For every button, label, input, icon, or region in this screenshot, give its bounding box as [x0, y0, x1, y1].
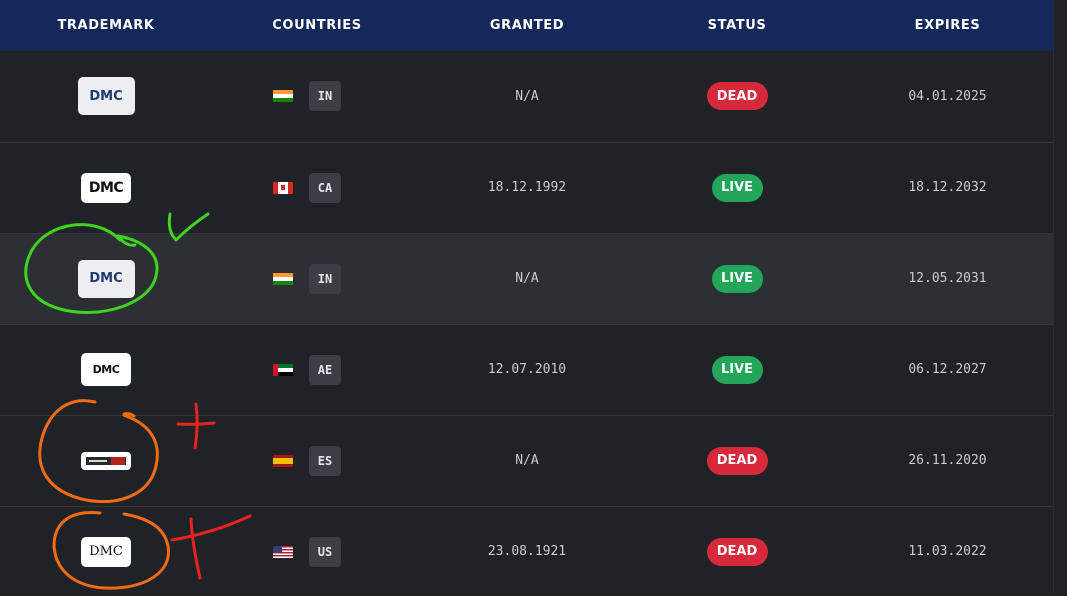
trademark-cell: DMC	[0, 233, 212, 324]
scrollbar-track[interactable]	[1053, 0, 1067, 596]
expires-date: 04.01.2025	[908, 88, 987, 104]
status-badge: LIVE	[711, 355, 763, 384]
trademark-logo[interactable]: DMC	[81, 353, 131, 386]
status-cell: LIVE	[632, 142, 842, 233]
expires-date: 12.05.2031	[908, 271, 987, 286]
spain-flag-icon	[273, 454, 293, 467]
countries-cell: AE	[212, 324, 422, 415]
trademark-logo-text: DMC	[89, 88, 123, 104]
trademark-cell: DMC	[0, 324, 212, 415]
table-row[interactable]: DMC IN N/A LIVE 12.05.2031	[0, 233, 1053, 324]
table-header: TRADEMARK COUNTRIES GRANTED STATUS EXPIR…	[0, 0, 1053, 51]
trademark-logo-text: DMC	[92, 363, 120, 376]
column-header-expires[interactable]: EXPIRES	[842, 0, 1053, 51]
uae-flag-icon	[273, 363, 293, 376]
trademark-cell: DMC	[0, 142, 212, 233]
trademark-cell: DMC	[0, 506, 212, 596]
granted-date: 18.12.1992	[487, 180, 567, 195]
countries-cell: US	[212, 506, 422, 596]
expires-date: 18.12.2032	[908, 180, 987, 195]
table-row[interactable]: DMC AE 12.07.2010 LIVE 06.12.2027	[0, 324, 1053, 415]
status-cell: DEAD	[632, 51, 842, 142]
table-row[interactable]: DMC IN N/A DEAD 04.01.2025	[0, 51, 1053, 142]
country-code-badge: CA	[309, 172, 341, 203]
trademark-logo[interactable]	[81, 452, 131, 470]
expires-date: 11.03.2022	[908, 544, 987, 559]
country-code-badge: ES	[309, 445, 341, 476]
expires-date: 06.12.2027	[908, 362, 987, 377]
countries-cell: IN	[212, 51, 422, 142]
status-badge: LIVE	[711, 264, 763, 293]
status-cell: DEAD	[632, 506, 842, 596]
column-header-countries[interactable]: COUNTRIES	[212, 0, 422, 51]
table-row[interactable]: DMC CA 18.12.1992 LIVE 18.12.2032	[0, 142, 1053, 233]
country-code-badge: IN	[309, 81, 341, 112]
status-badge: LIVE	[711, 173, 763, 202]
status-badge: DEAD	[706, 537, 768, 566]
trademark-logo[interactable]: DMC	[81, 536, 131, 567]
table-row[interactable]: ES N/A DEAD 26.11.2020	[0, 415, 1053, 506]
trademark-logo[interactable]: DMC	[81, 172, 131, 203]
countries-cell: IN	[212, 233, 422, 324]
trademark-logo-text: DMC	[88, 179, 124, 196]
table-row[interactable]: DMC US 23.08.1921 DEAD 11.03.2022	[0, 506, 1053, 596]
table-body: DMC IN N/A DEAD 04.01.2025 DMC CA 18.12.…	[0, 51, 1053, 596]
status-cell: DEAD	[632, 415, 842, 506]
status-cell: LIVE	[632, 324, 842, 415]
trademark-logo[interactable]: DMC	[77, 77, 135, 116]
trademark-table: TRADEMARK COUNTRIES GRANTED STATUS EXPIR…	[0, 0, 1053, 596]
india-flag-icon	[273, 90, 293, 103]
granted-date: 23.08.1921	[487, 544, 567, 559]
country-code-badge: US	[309, 536, 341, 567]
status-cell: LIVE	[632, 233, 842, 324]
trademark-cell: DMC	[0, 51, 212, 142]
us-flag-icon	[273, 545, 293, 558]
status-badge: DEAD	[706, 446, 768, 475]
trademark-logo-graphic	[86, 457, 126, 465]
country-code-badge: IN	[309, 263, 341, 294]
trademark-logo[interactable]: DMC	[77, 259, 135, 298]
granted-date: N/A	[515, 88, 539, 104]
granted-date: N/A	[515, 271, 539, 286]
trademark-logo-text: DMC	[89, 271, 123, 286]
canada-flag-icon	[273, 181, 293, 194]
granted-date: N/A	[515, 453, 539, 468]
column-header-status[interactable]: STATUS	[632, 0, 842, 51]
country-code-badge: AE	[309, 354, 341, 385]
trademark-table-view: TRADEMARK COUNTRIES GRANTED STATUS EXPIR…	[0, 0, 1067, 596]
india-flag-icon	[273, 272, 293, 285]
trademark-logo-text: DMC	[89, 544, 123, 559]
column-header-granted[interactable]: GRANTED	[422, 0, 632, 51]
countries-cell: ES	[212, 415, 422, 506]
column-header-trademark[interactable]: TRADEMARK	[0, 0, 212, 51]
trademark-cell	[0, 415, 212, 506]
granted-date: 12.07.2010	[487, 362, 567, 377]
header-row: TRADEMARK COUNTRIES GRANTED STATUS EXPIR…	[0, 0, 1053, 51]
expires-date: 26.11.2020	[908, 453, 987, 468]
status-badge: DEAD	[706, 82, 768, 111]
countries-cell: CA	[212, 142, 422, 233]
